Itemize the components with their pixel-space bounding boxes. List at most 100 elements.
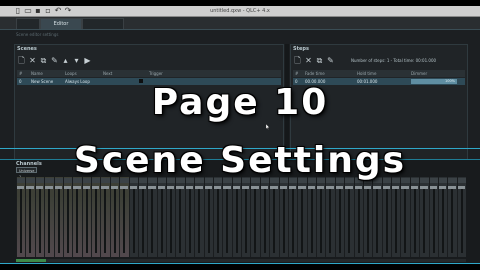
channel-strip[interactable] <box>409 177 420 257</box>
fader-knob[interactable] <box>45 186 53 189</box>
fader-knob[interactable] <box>148 186 156 189</box>
tab-1[interactable] <box>16 18 40 29</box>
channel-strip[interactable] <box>53 177 63 257</box>
channel-strip[interactable] <box>175 177 185 257</box>
channel-strip[interactable] <box>250 177 260 257</box>
fader-knob[interactable] <box>63 186 72 189</box>
fader-knob[interactable] <box>373 186 381 189</box>
channel-strip[interactable] <box>372 177 382 257</box>
channel-strip[interactable] <box>109 177 120 257</box>
channel-strip[interactable] <box>419 177 429 257</box>
fader-knob[interactable] <box>223 186 231 189</box>
channel-strip[interactable] <box>344 177 354 257</box>
channel-strip[interactable] <box>91 177 101 257</box>
fader-knob[interactable] <box>279 186 287 189</box>
move-down-icon[interactable]: ▾ <box>72 55 81 66</box>
tab-3[interactable] <box>82 18 124 29</box>
scrollbar-thumb[interactable] <box>16 259 46 262</box>
add-scene-icon[interactable]: 🗋 <box>17 55 26 66</box>
fader-knob[interactable] <box>176 186 184 189</box>
fader-knob[interactable] <box>17 186 25 189</box>
fader-knob[interactable] <box>167 186 175 189</box>
fader-knob[interactable] <box>270 186 278 189</box>
channels-scrollbar[interactable] <box>16 259 466 262</box>
fader-knob[interactable] <box>401 186 409 189</box>
channel-strip[interactable] <box>231 177 241 257</box>
channel-strip[interactable] <box>278 177 288 257</box>
move-up-icon[interactable]: ▴ <box>61 55 70 66</box>
channel-strip[interactable] <box>222 177 232 257</box>
fader-knob[interactable] <box>232 186 240 189</box>
fader-knob[interactable] <box>26 186 34 189</box>
fader-knob[interactable] <box>213 186 222 189</box>
channel-strip[interactable] <box>456 177 466 257</box>
tab-editor[interactable]: Editor <box>40 18 82 29</box>
channel-strip[interactable] <box>269 177 279 257</box>
fader-knob[interactable] <box>457 186 465 189</box>
fader-knob[interactable] <box>251 186 259 189</box>
fader-knob[interactable] <box>317 186 325 189</box>
fader-knob[interactable] <box>420 186 428 189</box>
channel-strip[interactable] <box>100 177 110 257</box>
channel-strip[interactable] <box>334 177 345 257</box>
clone-scene-icon[interactable]: ⧉ <box>39 55 48 66</box>
remove-step-icon[interactable]: ✕ <box>304 55 313 66</box>
fader-knob[interactable] <box>54 186 62 189</box>
fader-knob[interactable] <box>92 186 100 189</box>
fader-knob[interactable] <box>382 186 390 189</box>
fader-knob[interactable] <box>448 186 456 189</box>
channel-strip[interactable] <box>203 177 213 257</box>
channel-strip[interactable] <box>447 177 457 257</box>
add-step-icon[interactable]: 🗋 <box>293 55 302 66</box>
channel-strip[interactable] <box>184 177 195 257</box>
fader-knob[interactable] <box>101 186 109 189</box>
channel-strip[interactable] <box>391 177 401 257</box>
channel-strip[interactable] <box>81 177 91 257</box>
channel-strip[interactable] <box>128 177 138 257</box>
fader-knob[interactable] <box>298 186 306 189</box>
copy-step-icon[interactable]: ⧉ <box>315 55 324 66</box>
fader-knob[interactable] <box>129 186 137 189</box>
fader-knob[interactable] <box>392 186 400 189</box>
fader-knob[interactable] <box>363 186 372 189</box>
channel-strip[interactable] <box>353 177 363 257</box>
fader-knob[interactable] <box>260 186 269 189</box>
fader-knob[interactable] <box>429 186 437 189</box>
fader-knob[interactable] <box>438 186 447 189</box>
channel-strip[interactable] <box>137 177 148 257</box>
fader-knob[interactable] <box>204 186 212 189</box>
fader-knob[interactable] <box>288 186 297 189</box>
channel-strip[interactable] <box>119 177 129 257</box>
channel-strip[interactable] <box>62 177 73 257</box>
channel-strip[interactable] <box>259 177 270 257</box>
channel-strip[interactable] <box>306 177 316 257</box>
channel-strip[interactable] <box>297 177 307 257</box>
fader-knob[interactable] <box>326 186 334 189</box>
fader-knob[interactable] <box>157 186 165 189</box>
fader-knob[interactable] <box>242 186 250 189</box>
channel-strip[interactable] <box>34 177 45 257</box>
channel-strip[interactable] <box>25 177 35 257</box>
channel-strip[interactable] <box>287 177 298 257</box>
fader-knob[interactable] <box>185 186 194 189</box>
channel-strip[interactable] <box>44 177 54 257</box>
fader-knob[interactable] <box>82 186 90 189</box>
fader-knob[interactable] <box>410 186 419 189</box>
edit-scene-icon[interactable]: ✎ <box>50 55 59 66</box>
channel-strip[interactable] <box>241 177 251 257</box>
remove-scene-icon[interactable]: ✕ <box>28 55 37 66</box>
channel-strip[interactable] <box>72 177 82 257</box>
fader-knob[interactable] <box>307 186 315 189</box>
channel-strip[interactable] <box>437 177 448 257</box>
channel-strip[interactable] <box>16 177 26 257</box>
channel-strip[interactable] <box>428 177 438 257</box>
channel-strip[interactable] <box>156 177 166 257</box>
channel-strip[interactable] <box>166 177 176 257</box>
channel-strip[interactable] <box>362 177 373 257</box>
channel-strip[interactable] <box>400 177 410 257</box>
fader-knob[interactable] <box>345 186 353 189</box>
fader-knob[interactable] <box>354 186 362 189</box>
channel-strip[interactable] <box>194 177 204 257</box>
fader-knob[interactable] <box>110 186 119 189</box>
channel-strip[interactable] <box>381 177 391 257</box>
